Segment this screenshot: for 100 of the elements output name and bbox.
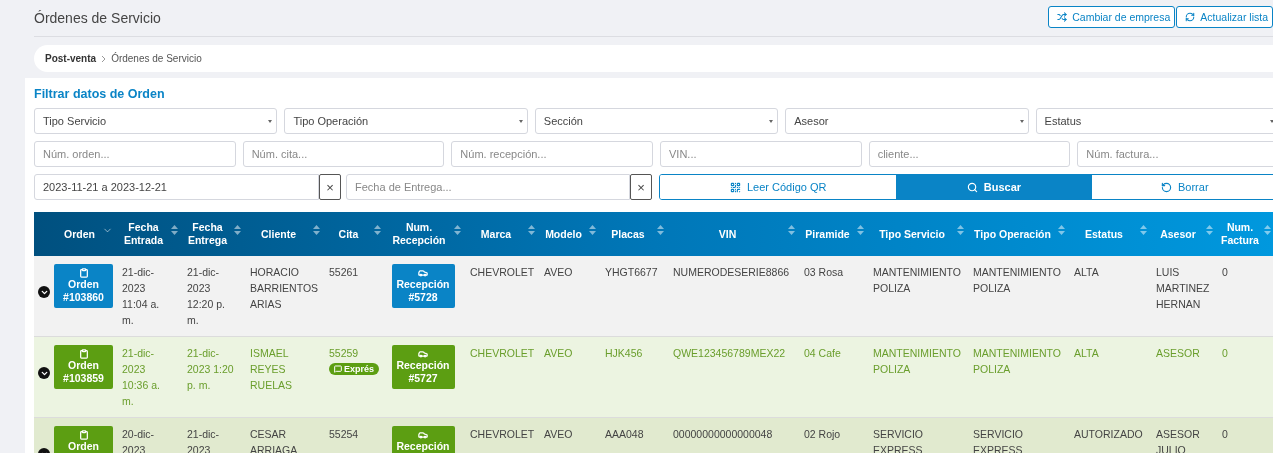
sort-icon[interactable] bbox=[589, 225, 596, 235]
column-header[interactable]: Asesor bbox=[1153, 227, 1203, 241]
vin-cell-text: QWE123456789MEX22 bbox=[673, 346, 787, 361]
filter-dropdown[interactable]: Tipo Servicio bbox=[34, 108, 278, 134]
invoice-cell-text: 0 bbox=[1222, 346, 1229, 361]
delivery-date-cell-text: 21-dic-2023 12:20 p. m. bbox=[187, 265, 226, 328]
reception-button[interactable]: Recepción bbox=[391, 426, 455, 453]
car-icon bbox=[418, 430, 428, 440]
caret-icon bbox=[268, 119, 273, 123]
sort-icon[interactable] bbox=[857, 225, 864, 235]
filter-dropdown[interactable]: Tipo Operación bbox=[284, 108, 528, 134]
operation-type-cell-text: MANTENIMIENTO POLIZA bbox=[973, 265, 1060, 296]
date-range-field[interactable]: 2023-11-21 a 2023-12-21 bbox=[34, 174, 319, 200]
clear-button[interactable]: × bbox=[630, 174, 652, 200]
client-cell-text: ISMAEL REYES RUELAS bbox=[250, 346, 293, 393]
model-cell-text: AVEO bbox=[544, 346, 574, 361]
expand-icon[interactable] bbox=[38, 367, 50, 379]
chevron-right-icon bbox=[101, 54, 107, 63]
vin-cell-text: 00000000000000048 bbox=[673, 427, 774, 442]
plates-cell-text: AAA048 bbox=[605, 427, 645, 442]
column-header[interactable]: Orden bbox=[56, 227, 103, 241]
column-header[interactable]: Num. Factura bbox=[1219, 221, 1261, 247]
column-header[interactable]: Modelo bbox=[541, 227, 586, 241]
column-header[interactable]: Fecha Entrega bbox=[184, 221, 231, 247]
clipboard-icon bbox=[78, 430, 89, 440]
status-cell-text: AUTORIZADO bbox=[1074, 427, 1142, 442]
filter-input[interactable]: VIN... bbox=[660, 141, 862, 167]
breadcrumb-link[interactable]: Post-venta bbox=[45, 53, 97, 64]
advisor-cell-text: ASESOR bbox=[1156, 346, 1201, 361]
expand-icon[interactable] bbox=[38, 286, 50, 298]
sort-icon[interactable] bbox=[454, 225, 461, 235]
reception-button[interactable]: Recepción #5727 bbox=[391, 345, 455, 389]
filter-dropdown[interactable]: Sección bbox=[534, 108, 779, 134]
operation-type-cell-text: MANTENIMIENTO POLIZA bbox=[973, 346, 1060, 377]
filter-input[interactable]: cliente... bbox=[868, 141, 1071, 167]
sort-icon[interactable] bbox=[313, 225, 320, 235]
column-header[interactable]: Cliente bbox=[247, 227, 310, 241]
sort-icon[interactable] bbox=[528, 225, 535, 235]
order-button[interactable]: Orden #103859 bbox=[54, 345, 113, 389]
filter-input[interactable]: Núm. cita... bbox=[242, 141, 445, 167]
caret-icon bbox=[518, 119, 523, 123]
column-header[interactable]: Cita bbox=[326, 227, 371, 241]
sort-icon[interactable] bbox=[957, 225, 964, 235]
plates-cell-text: HJK456 bbox=[605, 346, 644, 361]
advisor-cell-text: LUIS MARTINEZ HERNAN bbox=[1156, 265, 1208, 312]
column-header[interactable]: Fecha Entrada bbox=[119, 221, 168, 247]
refresh-list-button[interactable]: Actualizar lista bbox=[1176, 6, 1273, 28]
column-header[interactable]: Tipo Operación bbox=[970, 227, 1055, 241]
sort-icon[interactable] bbox=[657, 225, 664, 235]
order-button[interactable]: Orden bbox=[54, 426, 113, 453]
pyramid-cell-text: 04 Cafe bbox=[804, 346, 842, 361]
pyramid-cell-text: 03 Rosa bbox=[804, 265, 845, 280]
delivery-date-field[interactable]: Fecha de Entrega... bbox=[346, 174, 630, 200]
page-title: Órdenes de Servicio bbox=[34, 10, 161, 26]
sort-icon[interactable] bbox=[171, 225, 178, 235]
vin-cell-text: NUMERODESERIE8866 bbox=[673, 265, 790, 280]
express-badge: Exprés bbox=[329, 363, 380, 375]
caret-icon bbox=[1019, 119, 1024, 123]
column-header[interactable]: Placas bbox=[602, 227, 654, 241]
filter-input[interactable]: Núm. factura... bbox=[1077, 141, 1273, 167]
sort-icon[interactable] bbox=[234, 225, 241, 235]
reception-button[interactable]: Recepción #5728 bbox=[391, 264, 455, 308]
sort-icon[interactable] bbox=[1058, 225, 1065, 235]
clear-button[interactable]: × bbox=[319, 174, 341, 200]
table-row[interactable] bbox=[34, 256, 1273, 337]
entry-date-cell-text: 21-dic-2023 10:36 a. m. bbox=[122, 346, 161, 409]
invoice-cell-text: 0 bbox=[1222, 265, 1229, 280]
column-header[interactable]: Num. Recepción bbox=[387, 221, 451, 247]
qr-code-icon bbox=[729, 181, 741, 193]
caret-icon bbox=[1270, 119, 1273, 123]
status-cell-text: ALTA bbox=[1074, 346, 1100, 361]
breadcrumb-current: Órdenes de Servicio bbox=[111, 53, 202, 64]
column-header[interactable]: Tipo Servicio bbox=[870, 227, 954, 241]
filter-dropdown[interactable]: Estatus bbox=[1035, 108, 1273, 134]
change-company-button[interactable]: Cambiar de empresa bbox=[1048, 6, 1176, 28]
sort-icon[interactable] bbox=[788, 225, 795, 235]
filter-input[interactable]: Núm. recepción... bbox=[451, 141, 653, 167]
search-button[interactable]: Buscar bbox=[896, 175, 1091, 199]
car-icon bbox=[418, 349, 428, 359]
sort-icon[interactable] bbox=[1206, 225, 1213, 235]
column-header[interactable]: Piramide bbox=[801, 227, 854, 241]
appointment-cell-text: 55261 bbox=[329, 265, 360, 280]
sort-icon[interactable] bbox=[1140, 225, 1147, 235]
filter-dropdown[interactable]: Asesor bbox=[785, 108, 1029, 134]
filter-input[interactable]: Núm. orden... bbox=[34, 141, 236, 167]
plates-cell-text: YHGT6677 bbox=[605, 265, 659, 280]
sort-icon[interactable] bbox=[374, 225, 381, 235]
invoice-cell-text: 0 bbox=[1222, 427, 1229, 442]
model-cell-text: AVEO bbox=[544, 427, 574, 442]
column-header[interactable]: VIN bbox=[670, 227, 785, 241]
column-header[interactable]: Marca bbox=[467, 227, 525, 241]
car-icon bbox=[418, 268, 428, 278]
status-cell-text: ALTA bbox=[1074, 265, 1100, 280]
model-cell-text: AVEO bbox=[544, 265, 574, 280]
order-button[interactable]: Orden #103860 bbox=[54, 264, 113, 308]
caret-icon bbox=[769, 119, 774, 123]
pyramid-cell-text: 02 Rojo bbox=[804, 427, 842, 442]
search-icon bbox=[966, 181, 978, 193]
sort-icon[interactable] bbox=[1264, 225, 1271, 235]
column-header[interactable]: Estatus bbox=[1071, 227, 1137, 241]
